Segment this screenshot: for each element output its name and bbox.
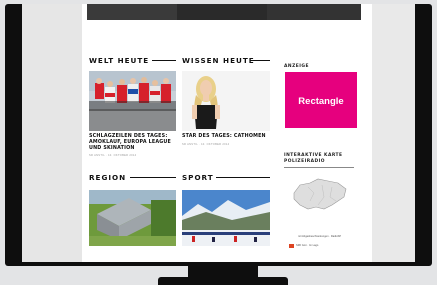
map-caption: mit Abgasbeschrankungen · RadioSP xyxy=(298,235,342,238)
welt-heute-headline[interactable]: SCHLAGZEILEN DES TAGES: AMOKLAUF, EUROPA… xyxy=(89,134,177,152)
portrait-image xyxy=(182,71,270,131)
srf-logo-icon xyxy=(289,244,294,248)
top-image-left xyxy=(87,4,177,20)
ski-image xyxy=(182,190,270,246)
map-image xyxy=(293,178,347,210)
section-rule xyxy=(252,60,270,61)
section-title-welt-heute[interactable]: WELT HEUTE xyxy=(89,56,149,65)
top-image-strip[interactable] xyxy=(87,4,361,20)
wissen-heute-meta: SR ANSTIL · 10. OKTOBER 2014 xyxy=(182,143,230,146)
house-image xyxy=(89,190,176,246)
ad-label: ANZEIGE xyxy=(284,64,309,69)
section-title-region[interactable]: REGION xyxy=(89,173,126,182)
map-title[interactable]: INTERAKTIVE KARTE POLIZEIRADIO xyxy=(284,153,356,165)
wissen-heute-photo[interactable] xyxy=(182,71,270,131)
page-right-margin xyxy=(372,4,415,262)
wissen-heute-headline[interactable]: STAR DES TAGES: CATHOMEN xyxy=(182,134,270,140)
advertisement-rectangle[interactable]: Rectangle xyxy=(285,72,357,128)
section-title-wissen-heute[interactable]: WISSEN HEUTE xyxy=(182,56,255,65)
top-image-right xyxy=(267,4,361,20)
switzerland-map[interactable] xyxy=(288,175,352,215)
welt-heute-photo[interactable] xyxy=(89,71,176,131)
sport-photo[interactable] xyxy=(182,190,270,246)
monitor-stand-base xyxy=(158,277,288,285)
section-rule xyxy=(152,60,176,61)
cyclists-image xyxy=(89,71,176,131)
section-rule xyxy=(130,177,176,178)
ad-text: Rectangle xyxy=(298,96,344,107)
map-footer: SRF Ismi · Im Lago xyxy=(296,244,319,247)
section-rule xyxy=(216,177,270,178)
map-title-rule xyxy=(284,167,354,168)
region-photo[interactable] xyxy=(89,190,176,246)
page-left-margin xyxy=(22,4,82,262)
welt-heute-meta: SR ANSTIL · 10. OKTOBER 2014 xyxy=(89,154,137,157)
section-title-sport[interactable]: SPORT xyxy=(182,173,214,182)
